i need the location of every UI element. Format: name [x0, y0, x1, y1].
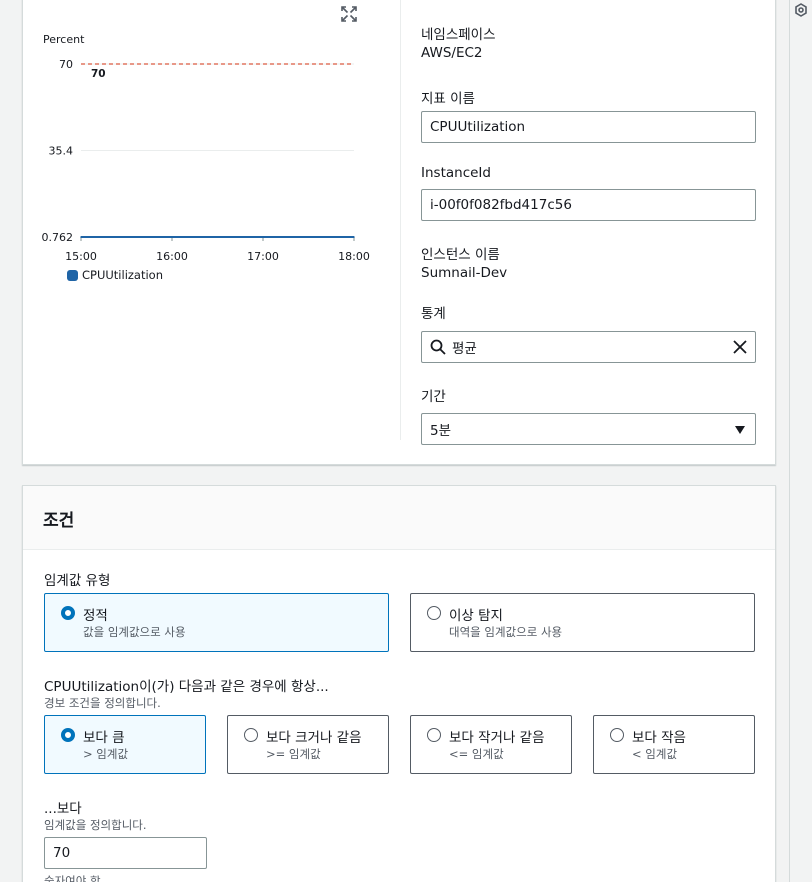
tile-title: 보다 큼: [83, 730, 125, 746]
radio-icon: [427, 606, 441, 620]
operator-less[interactable]: 보다 작음 < 임계값: [593, 715, 755, 774]
metric-panel: Percent 70 35.4 0.762 15:00 16:00 17:00 18:00 70…: [22, 0, 776, 465]
instance-name-label: 인스턴스 이름: [421, 247, 500, 263]
radio-selected-icon: [61, 606, 75, 620]
radio-icon: [244, 728, 258, 742]
statistic-value: 평균: [452, 341, 477, 357]
threshold-type-static[interactable]: 정적 값을 임계값으로 사용: [44, 593, 389, 652]
operator-greater-equal[interactable]: 보다 크거나 같음 >= 임계값: [227, 715, 389, 774]
settings-icon[interactable]: [794, 3, 808, 17]
series-point: [171, 236, 173, 238]
than-description: 임계값을 정의합니다.: [44, 818, 147, 832]
tile-title: 이상 탐지: [449, 608, 503, 624]
radio-icon: [610, 728, 624, 742]
x-tick-label: 18:00: [338, 250, 370, 263]
metric-name-field[interactable]: CPUUtilization: [421, 111, 756, 143]
whenever-label: CPUUtilization이(가) 다음과 같은 경우에 항상...: [44, 679, 329, 695]
statistic-field[interactable]: 평균: [421, 331, 756, 363]
series-point: [262, 236, 264, 238]
operator-greater[interactable]: 보다 큼 > 임계값: [44, 715, 206, 774]
tile-title: 정적: [83, 608, 108, 624]
instance-name-value: Sumnail-Dev: [421, 265, 508, 281]
tile-description: >= 임계값: [266, 747, 321, 761]
tile-description: <= 임계값: [449, 747, 504, 761]
period-label: 기간: [421, 389, 446, 405]
search-icon: [430, 339, 446, 355]
chart-legend[interactable]: CPUUtilization: [67, 268, 163, 282]
number-hint: 숫자여야 함: [44, 874, 101, 882]
conditions-header: 조건: [23, 486, 775, 550]
tile-description: 대역을 임계값으로 사용: [449, 625, 563, 639]
series-point: [353, 236, 355, 238]
tile-title: 보다 작거나 같음: [449, 730, 545, 746]
metric-name-label: 지표 이름: [421, 91, 475, 107]
legend-swatch: [67, 269, 78, 281]
threshold-label: 70: [91, 68, 106, 80]
threshold-type-label: 임계값 유형: [44, 573, 111, 589]
operator-less-equal[interactable]: 보다 작거나 같음 <= 임계값: [410, 715, 572, 774]
period-select[interactable]: 5분: [421, 413, 756, 445]
y-tick-label: 0.762: [42, 231, 74, 244]
tile-description: > 임계값: [83, 747, 129, 761]
threshold-type-anomaly[interactable]: 이상 탐지 대역을 임계값으로 사용: [410, 593, 755, 652]
tile-description: < 임계값: [632, 747, 678, 761]
x-tick-label: 15:00: [65, 250, 97, 263]
caret-down-icon: [735, 426, 745, 434]
conditions-title: 조건: [43, 511, 75, 531]
radio-selected-icon: [61, 728, 75, 742]
close-icon[interactable]: [732, 339, 748, 355]
namespace-value: AWS/EC2: [421, 45, 483, 61]
threshold-value-input[interactable]: 70: [44, 837, 207, 869]
than-label: ...보다: [44, 801, 82, 817]
y-tick-label: 35.4: [49, 144, 74, 157]
tile-title: 보다 크거나 같음: [266, 730, 362, 746]
whenever-description: 경보 조건을 정의합니다.: [44, 696, 161, 710]
period-value: 5분: [430, 423, 452, 439]
tile-description: 값을 임계값으로 사용: [83, 625, 186, 639]
series-point: [80, 236, 82, 238]
metric-chart: Percent 70 35.4 0.762 15:00 16:00 17:00 18:00 70: [42, 33, 370, 263]
x-tick-label: 17:00: [247, 250, 279, 263]
instance-id-label: InstanceId: [421, 165, 491, 181]
statistic-label: 통계: [421, 306, 446, 322]
namespace-label: 네임스페이스: [421, 27, 496, 43]
y-tick-label: 70: [59, 58, 73, 71]
y-axis-label: Percent: [43, 33, 85, 46]
column-divider: [400, 0, 401, 440]
tile-title: 보다 작음: [632, 730, 686, 746]
legend-label: CPUUtilization: [82, 268, 164, 282]
conditions-panel: 조건 임계값 유형 정적 값을 임계값으로 사용 이상 탐지 대역을 임계값으로…: [22, 485, 776, 882]
x-tick-label: 16:00: [156, 250, 188, 263]
radio-icon: [427, 728, 441, 742]
instance-id-field[interactable]: i-00f0f082fbd417c56: [421, 189, 756, 221]
side-panel-border: [789, 0, 790, 882]
